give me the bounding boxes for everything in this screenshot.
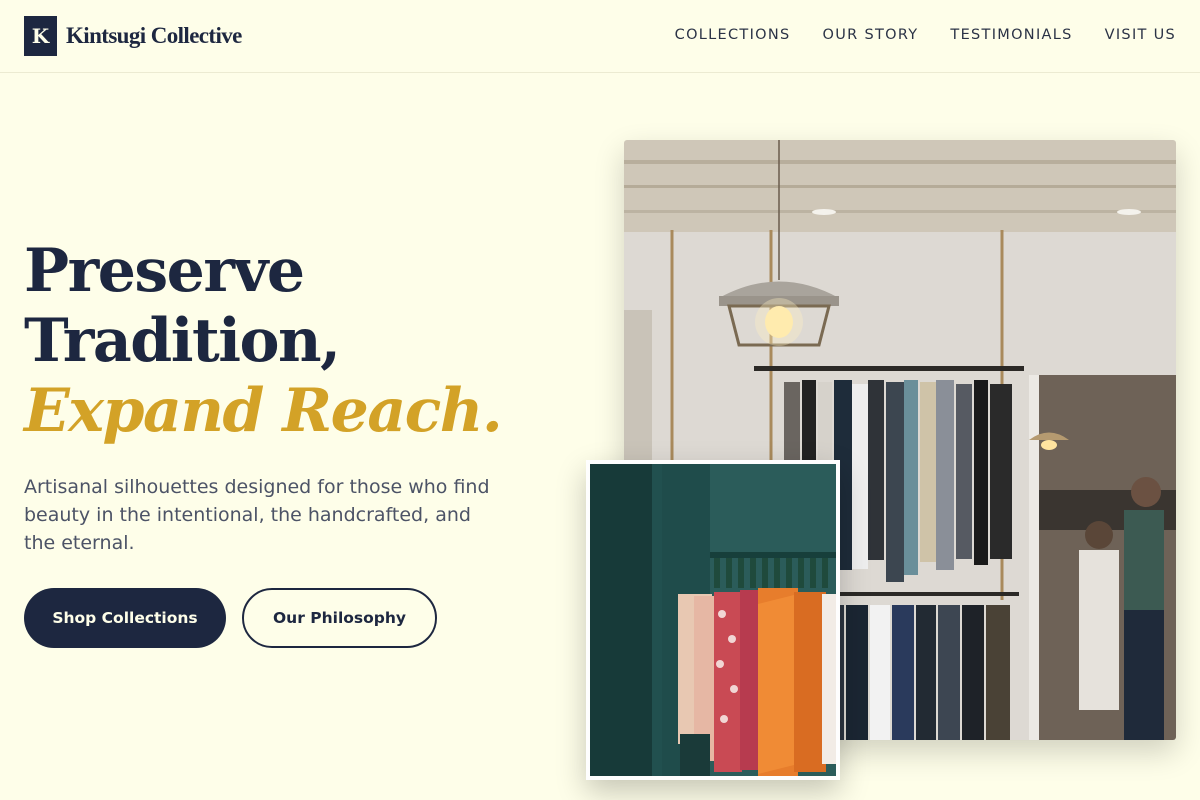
clothing-rack-image (586, 460, 840, 780)
brand-logo[interactable]: K Kintsugi Collective (24, 16, 242, 56)
shop-collections-button[interactable]: Shop Collections (24, 588, 226, 648)
nav-link-visit-us[interactable]: VISIT US (1105, 27, 1176, 43)
hero-headline: Preserve Tradition, Expand Reach. (24, 236, 503, 446)
nav-link-collections[interactable]: COLLECTIONS (675, 27, 791, 43)
main-nav: COLLECTIONS OUR STORY TESTIMONIALS VISIT… (643, 27, 1176, 43)
nav-link-testimonials[interactable]: TESTIMONIALS (950, 27, 1072, 43)
logo-mark: K (24, 16, 57, 56)
our-philosophy-button[interactable]: Our Philosophy (242, 588, 437, 648)
hero-subtitle: Artisanal silhouettes designed for those… (24, 476, 490, 554)
site-header: K Kintsugi Collective COLLECTIONS OUR ST… (0, 0, 1200, 73)
brand-name: Kintsugi Collective (66, 23, 242, 48)
headline-accent-line: Expand Reach. (24, 376, 503, 446)
nav-link-our-story[interactable]: OUR STORY (823, 27, 919, 43)
headline-line-2: Tradition, (24, 306, 341, 376)
headline-line-1: Preserve (24, 236, 305, 306)
